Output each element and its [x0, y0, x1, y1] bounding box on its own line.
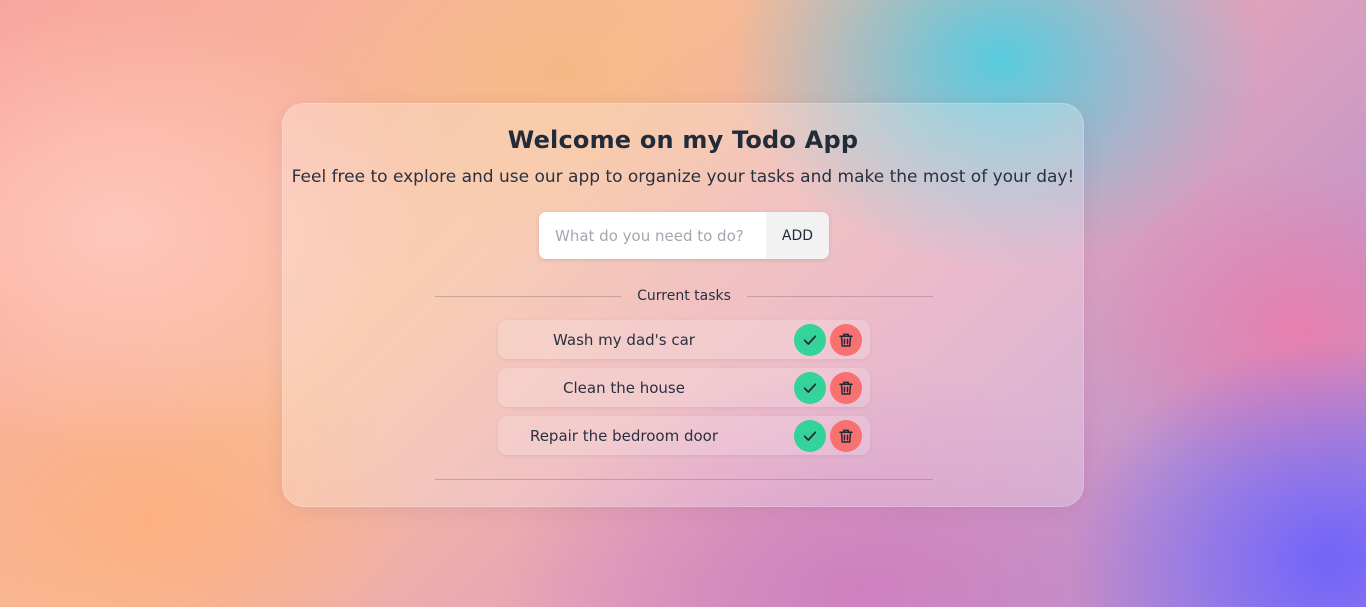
task-actions	[794, 324, 862, 356]
complete-task-button[interactable]	[794, 372, 826, 404]
check-icon	[803, 335, 817, 345]
complete-task-button[interactable]	[794, 324, 826, 356]
task-input[interactable]	[539, 212, 766, 259]
divider-line-right	[746, 295, 934, 297]
add-button[interactable]: ADD	[766, 212, 829, 259]
page-subtitle: Feel free to explore and use our app to …	[291, 167, 1075, 187]
task-item: Wash my dad's car	[498, 320, 870, 359]
delete-task-button[interactable]	[830, 420, 862, 452]
task-item: Repair the bedroom door	[498, 416, 870, 455]
bottom-divider	[435, 479, 933, 480]
delete-task-button[interactable]	[830, 324, 862, 356]
todo-card: Welcome on my Todo App Feel free to expl…	[282, 103, 1084, 507]
task-label: Wash my dad's car	[553, 330, 695, 349]
trash-icon	[839, 381, 853, 395]
add-task-form: ADD	[539, 212, 829, 259]
trash-icon	[839, 429, 853, 443]
task-label: Repair the bedroom door	[529, 426, 719, 445]
current-tasks-divider: Current tasks	[435, 286, 934, 306]
page-title: Welcome on my Todo App	[507, 126, 859, 154]
task-list: Wash my dad's car Clean the house Repair…	[498, 320, 870, 464]
check-icon	[803, 431, 817, 441]
complete-task-button[interactable]	[794, 420, 826, 452]
task-actions	[794, 420, 862, 452]
delete-task-button[interactable]	[830, 372, 862, 404]
task-label: Clean the house	[563, 378, 685, 397]
divider-line-left	[435, 295, 622, 297]
current-tasks-label: Current tasks	[637, 288, 731, 304]
trash-icon	[839, 333, 853, 347]
task-item: Clean the house	[498, 368, 870, 407]
task-actions	[794, 372, 862, 404]
check-icon	[803, 383, 817, 393]
